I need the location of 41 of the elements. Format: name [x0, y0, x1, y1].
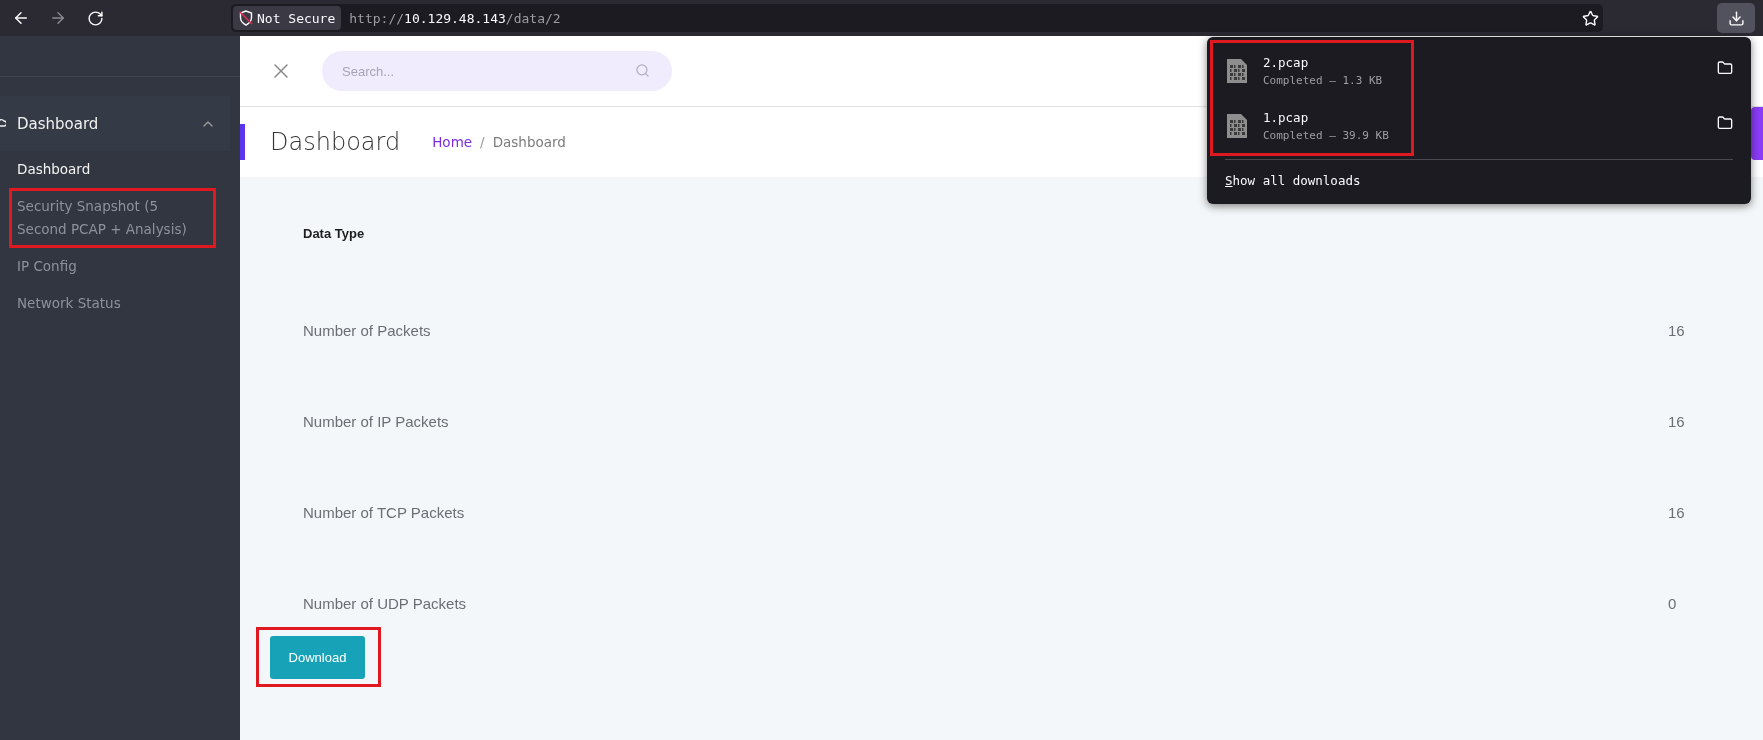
security-badge[interactable]: Not Secure — [233, 6, 342, 30]
folder-icon — [1717, 59, 1733, 76]
table-cell-text: 16 — [1668, 321, 1686, 339]
sidebar-item[interactable]: Security Snapshot (5 Second PCAP + Analysis) — [12, 191, 212, 245]
downloads-button[interactable] — [1717, 3, 1755, 33]
breadcrumb-link[interactable]: Home — [432, 134, 473, 150]
table-cell-text: 0 — [1668, 594, 1678, 612]
forward-arrow-icon — [49, 9, 67, 27]
page-title: Dashboard — [270, 128, 401, 156]
file-name[interactable]: 1.pcap — [1263, 109, 1389, 125]
sidebar-item[interactable]: Dashboard — [12, 154, 212, 185]
breadcrumb-page-name: Dashboard — [492, 134, 566, 150]
binary-file-icon — [1227, 58, 1247, 83]
table-cell-text: 16 — [1668, 503, 1686, 521]
sidebar-section[interactable]: Dashboard — [0, 96, 230, 151]
column-header: Data Type — [303, 226, 366, 241]
table-cell-text: 16 — [1668, 412, 1686, 430]
url-text: http://10.129.48.143/data/2 — [349, 10, 562, 26]
folder-icon — [1717, 114, 1733, 131]
shield-slash-icon — [239, 10, 253, 26]
cloud-icon — [0, 116, 6, 128]
download-icon — [1727, 9, 1745, 27]
table-cell-text: Number of UDP Packets — [303, 594, 468, 612]
table-cell-text: Number of IP Packets — [303, 412, 450, 430]
show-all-downloads-link[interactable]: Show all downloads — [1225, 173, 1361, 188]
binary-file-icon — [1227, 113, 1247, 138]
star-icon[interactable] — [1582, 9, 1599, 27]
security-label: Not Secure — [257, 10, 336, 26]
download-status: Completed — 39.9 KB — [1263, 128, 1389, 142]
sidebar-item[interactable]: Network Status — [12, 288, 212, 319]
table-cell-text: Number of TCP Packets — [303, 503, 466, 521]
table-cell-text: Number of Packets — [303, 321, 432, 339]
reload-icon — [86, 9, 104, 27]
download-status: Completed — 1.3 KB — [1263, 73, 1383, 87]
search-field[interactable]: Search... — [322, 51, 672, 91]
accent-marker — [240, 124, 245, 160]
address-bar[interactable]: Not Secure http://10.129.48.143/data/2 — [231, 4, 1603, 32]
file-name[interactable]: 2.pcap — [1263, 54, 1383, 70]
search-icon — [635, 63, 650, 78]
breadcrumb-separator: / — [480, 134, 485, 150]
sidebar-item[interactable]: IP Config — [12, 251, 212, 282]
